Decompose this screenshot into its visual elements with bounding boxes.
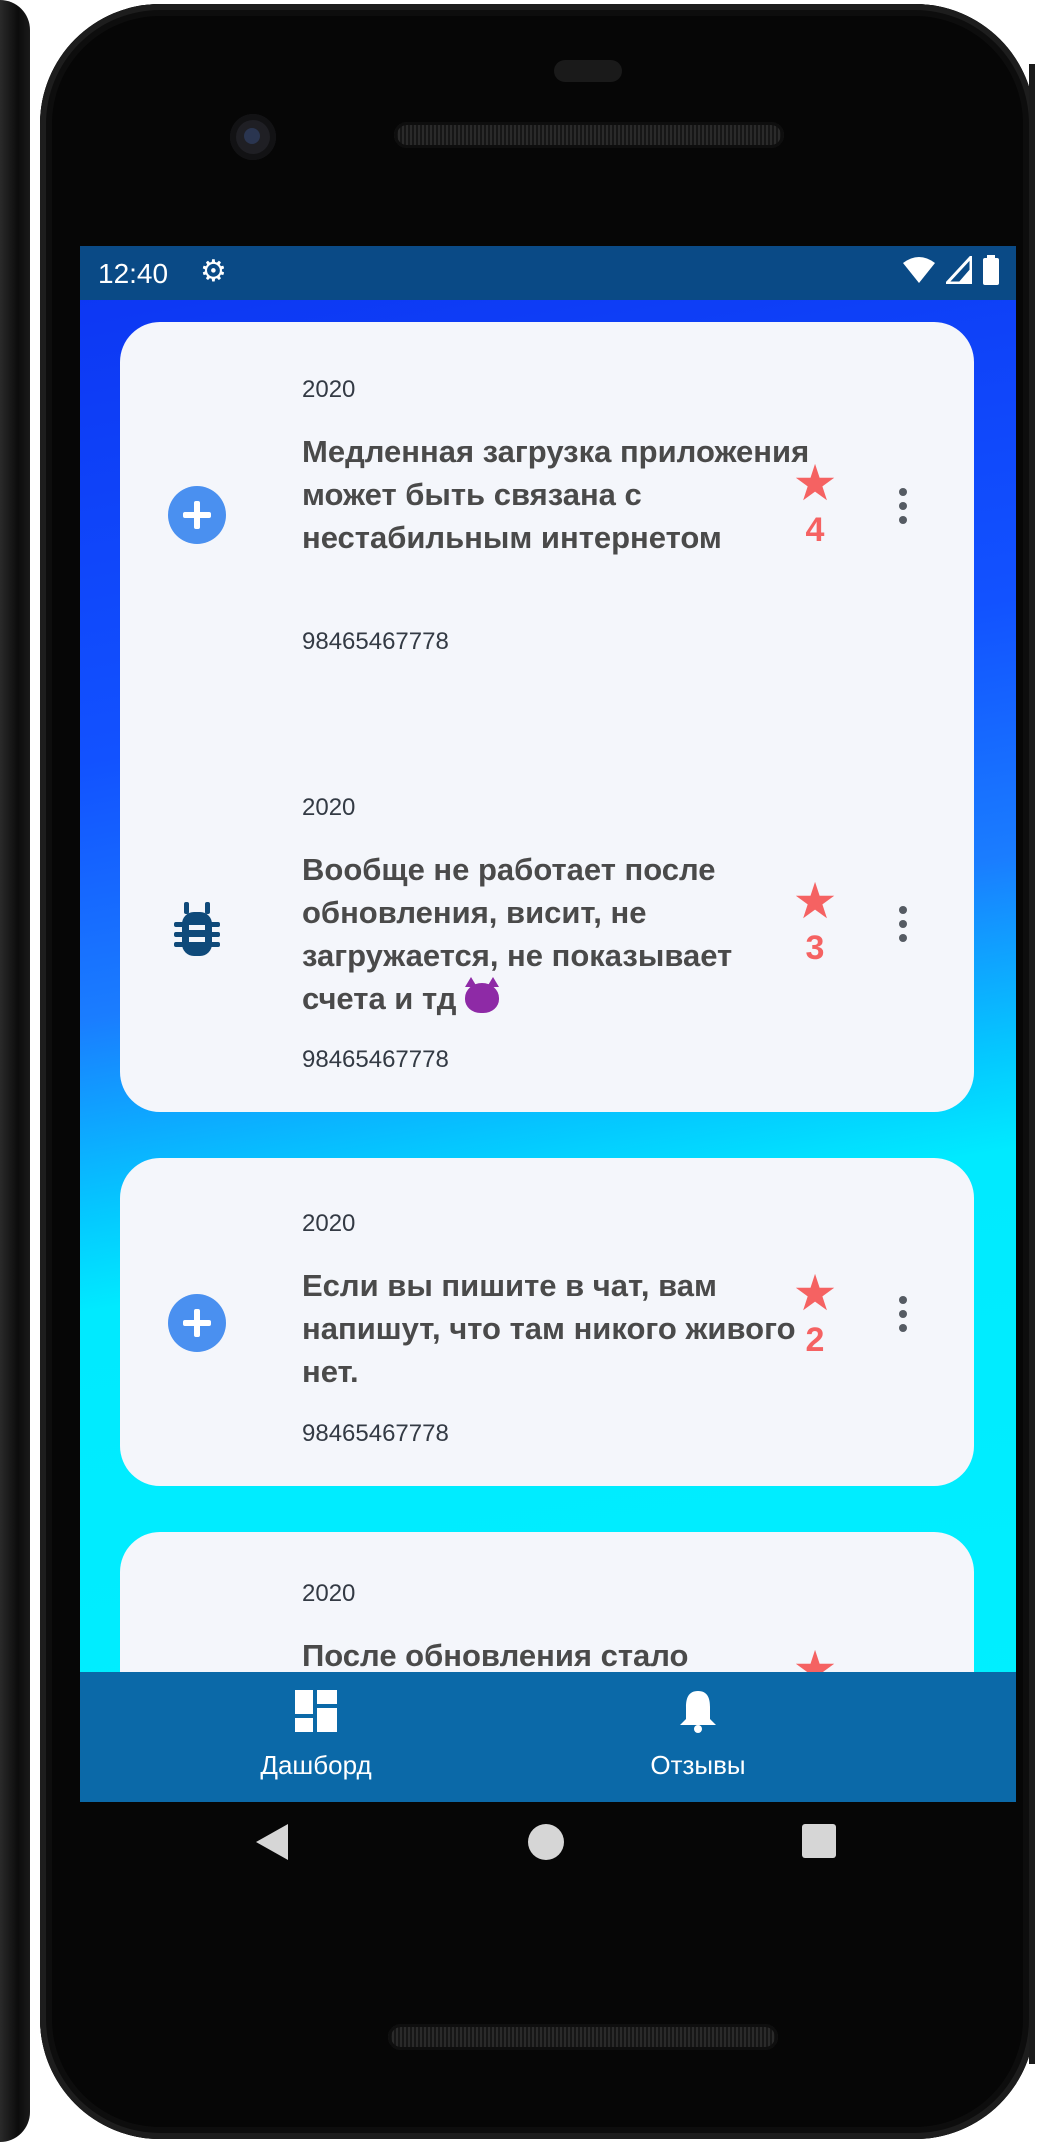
back-icon[interactable] xyxy=(256,1824,288,1860)
nav-item-reviews[interactable]: Отзывы xyxy=(578,1686,818,1781)
bug-icon xyxy=(174,902,220,956)
bell-icon xyxy=(680,1691,716,1733)
more-options-icon[interactable] xyxy=(888,488,918,524)
review-id: 98465467778 xyxy=(302,1046,449,1073)
adjacent-phone-edge xyxy=(0,0,30,2142)
review-text: Если вы пишите в чат, вам напишут, что т… xyxy=(302,1268,796,1389)
settings-gear-icon: ⚙ xyxy=(200,255,227,288)
status-icons xyxy=(902,255,1000,285)
dashboard-icon xyxy=(295,1690,337,1732)
star-icon: ★ xyxy=(792,455,838,511)
system-navigation-bar xyxy=(80,1802,1016,1912)
status-time: 12:40 xyxy=(98,258,169,289)
review-rating: ★ 4 xyxy=(790,458,840,550)
phone-right-edge xyxy=(1029,64,1035,2064)
wifi-icon xyxy=(903,257,935,283)
review-text: Медленная загрузка приложения может быть… xyxy=(302,434,810,555)
review-text-content: Вообще не работает после обновления, вис… xyxy=(302,852,733,1016)
star-icon: ★ xyxy=(792,873,838,929)
nav-label-reviews: Отзывы xyxy=(650,1750,746,1780)
app-screen: 12:40 ⚙ 2020 Медленная загрузка приложен… xyxy=(80,246,1016,1802)
review-year: 2020 xyxy=(302,1580,356,1607)
recents-icon[interactable] xyxy=(802,1824,836,1858)
plus-circle-icon xyxy=(168,486,226,544)
plus-circle-icon xyxy=(168,1294,226,1352)
earpiece xyxy=(554,60,622,82)
status-bar: 12:40 ⚙ xyxy=(80,246,1016,300)
front-camera xyxy=(230,114,276,160)
review-card[interactable]: 2020 Медленная загрузка приложения может… xyxy=(120,322,974,694)
nav-label-dashboard: Дашборд xyxy=(260,1750,372,1780)
review-year: 2020 xyxy=(302,376,356,403)
review-text: После обновления стало xyxy=(302,1638,689,1673)
bottom-speaker-grill xyxy=(388,2024,778,2050)
review-rating: ★ 3 xyxy=(790,876,840,968)
review-year: 2020 xyxy=(302,1210,356,1237)
more-options-icon[interactable] xyxy=(888,906,918,942)
review-year: 2020 xyxy=(302,794,356,821)
top-speaker-grill xyxy=(394,122,784,148)
rating-value: 2 xyxy=(805,1321,825,1359)
review-id: 98465467778 xyxy=(302,628,449,655)
nav-item-dashboard[interactable]: Дашборд xyxy=(196,1686,436,1781)
review-card[interactable]: 2020 Если вы пишите в чат, вам напишут, … xyxy=(120,1158,974,1486)
star-icon: ★ xyxy=(792,1265,838,1321)
review-text: Вообще не работает после обновления, вис… xyxy=(302,848,822,1020)
more-options-icon[interactable] xyxy=(888,1296,918,1332)
review-card[interactable]: 2020 Вообще не работает после обновления… xyxy=(120,740,974,1112)
battery-icon xyxy=(983,255,999,285)
review-rating: ★ 2 xyxy=(790,1268,840,1360)
rating-value: 4 xyxy=(805,511,825,549)
devil-emoji-icon xyxy=(465,977,500,1013)
rating-value: 3 xyxy=(805,929,825,967)
bottom-navigation: Дашборд Отзывы xyxy=(80,1672,1016,1802)
review-id: 98465467778 xyxy=(302,1420,449,1447)
home-icon[interactable] xyxy=(528,1824,564,1860)
signal-icon xyxy=(946,256,972,284)
